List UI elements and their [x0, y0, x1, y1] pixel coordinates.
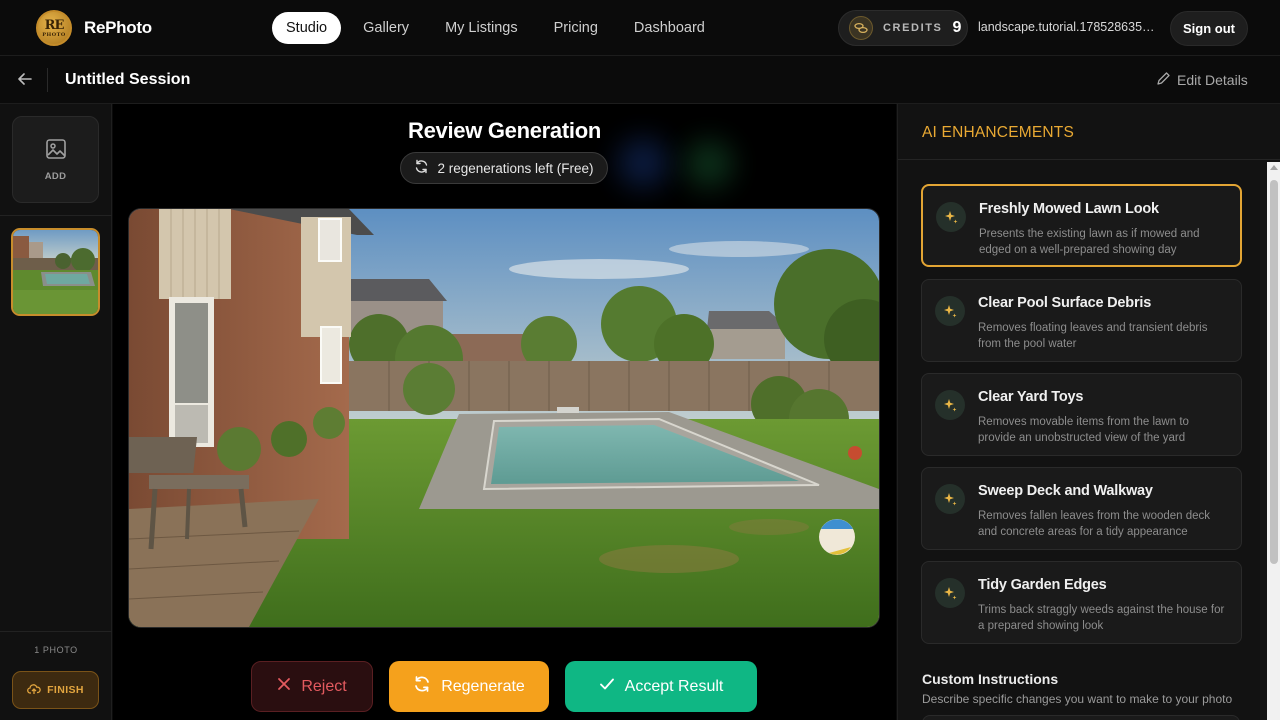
enhancement-card-pool[interactable]: Clear Pool Surface Debris Removes floati…: [921, 279, 1242, 362]
regenerations-left-badge: 2 regenerations left (Free): [400, 152, 608, 184]
cloud-upload-icon: [27, 683, 41, 698]
session-title: Untitled Session: [65, 71, 191, 88]
credits-badge[interactable]: CREDITS 9: [838, 10, 968, 46]
edit-details-button[interactable]: Edit Details: [1156, 71, 1248, 89]
enhancement-desc: Removes floating leaves and transient de…: [978, 322, 1208, 350]
credits-value: 9: [952, 19, 962, 36]
nav-tab-dashboard[interactable]: Dashboard: [620, 12, 719, 44]
logo-subtext: PHOTO: [42, 31, 66, 38]
enhancement-card-lawn[interactable]: Freshly Mowed Lawn Look Presents the exi…: [921, 184, 1242, 267]
enhancement-desc: Removes movable items from the lawn to p…: [978, 416, 1189, 444]
background-glow: [618, 138, 668, 188]
sparkle-icon: [935, 390, 965, 420]
nav-tab-pricing[interactable]: Pricing: [540, 12, 612, 44]
divider: [0, 215, 112, 216]
sign-out-button[interactable]: Sign out: [1170, 11, 1248, 46]
sparkle-icon: [935, 296, 965, 326]
review-canvas: Review Generation 2 regenerations left (…: [113, 104, 896, 720]
reject-button[interactable]: Reject: [251, 661, 373, 712]
nav-tab-studio[interactable]: Studio: [272, 12, 342, 44]
pencil-icon: [1156, 71, 1171, 89]
reject-label: Reject: [301, 677, 347, 695]
custom-instructions-desc: Describe specific changes you want to ma…: [922, 692, 1233, 706]
custom-instructions-input[interactable]: [922, 715, 1240, 720]
divider: [0, 631, 112, 632]
review-title: Review Generation: [408, 118, 601, 143]
finish-button[interactable]: FINISH: [12, 671, 99, 709]
sparkle-icon: [935, 578, 965, 608]
background-glow: [685, 140, 733, 188]
sparkle-icon: [935, 484, 965, 514]
enhancement-card-garden[interactable]: Tidy Garden Edges Trims back straggly we…: [921, 561, 1242, 644]
enhancements-panel: AI ENHANCEMENTS Freshly Mowed Lawn Look …: [897, 104, 1280, 720]
x-icon: [277, 677, 291, 696]
credits-label: CREDITS: [883, 22, 943, 34]
check-icon: [599, 677, 615, 696]
finish-label: FINISH: [47, 684, 84, 696]
photo-thumbnail[interactable]: [11, 228, 100, 316]
left-rail: ADD 1 PHOTO FINISH: [0, 104, 112, 720]
session-bar: Untitled Session Edit Details: [0, 56, 1280, 104]
accept-label: Accept Result: [624, 677, 724, 695]
nav-tab-my-listings[interactable]: My Listings: [431, 12, 532, 44]
generated-photo[interactable]: [129, 209, 879, 627]
custom-instructions-title: Custom Instructions: [922, 671, 1059, 687]
nav-tabs: Studio Gallery My Listings Pricing Dashb…: [272, 12, 727, 44]
coin-icon: [849, 16, 873, 40]
nav-tab-gallery[interactable]: Gallery: [349, 12, 423, 44]
enhancement-title: Clear Yard Toys: [978, 389, 1084, 405]
enhancement-desc: Presents the existing lawn as if mowed a…: [979, 228, 1200, 256]
enhancement-card-toys[interactable]: Clear Yard Toys Removes movable items fr…: [921, 373, 1242, 456]
regenerate-label: Regenerate: [441, 677, 525, 695]
edit-details-label: Edit Details: [1177, 72, 1248, 88]
user-email: landscape.tutorial.1785286354...: [978, 20, 1158, 34]
top-nav: RE PHOTO RePhoto Studio Gallery My Listi…: [0, 0, 1280, 56]
enhancement-title: Clear Pool Surface Debris: [978, 295, 1152, 311]
refresh-icon: [414, 159, 429, 177]
regenerate-button[interactable]: Regenerate: [389, 661, 549, 712]
arrow-left-icon[interactable]: [14, 68, 36, 90]
add-label: ADD: [44, 170, 67, 182]
logo-badge[interactable]: RE PHOTO: [36, 10, 72, 46]
review-actions: Reject Regenerate Accept Result: [113, 661, 896, 713]
photo-count: 1 PHOTO: [34, 645, 78, 655]
add-photo-button[interactable]: ADD: [12, 116, 99, 203]
enhancements-title: AI ENHANCEMENTS: [922, 124, 1074, 141]
brand-name[interactable]: RePhoto: [84, 18, 152, 38]
enhancement-title: Sweep Deck and Walkway: [978, 483, 1153, 499]
logo-text: RE: [44, 17, 65, 33]
divider: [47, 68, 48, 92]
enhancement-desc: Removes fallen leaves from the wooden de…: [978, 510, 1211, 538]
enhancement-title: Freshly Mowed Lawn Look: [979, 201, 1159, 217]
enhancement-card-deck[interactable]: Sweep Deck and Walkway Removes fallen le…: [921, 467, 1242, 550]
panel-scrollbar[interactable]: [1267, 162, 1280, 720]
regenerations-text: 2 regenerations left (Free): [437, 160, 594, 176]
image-icon: [45, 138, 67, 165]
scroll-up-arrow-icon[interactable]: [1270, 165, 1278, 170]
refresh-icon: [413, 675, 431, 698]
scrollbar-thumb[interactable]: [1270, 180, 1278, 564]
enhancement-desc: Trims back straggly weeds against the ho…: [978, 604, 1225, 632]
enhancements-header: AI ENHANCEMENTS: [898, 104, 1280, 160]
enhancement-title: Tidy Garden Edges: [978, 577, 1107, 593]
accept-result-button[interactable]: Accept Result: [565, 661, 757, 712]
sparkle-icon: [936, 202, 966, 232]
